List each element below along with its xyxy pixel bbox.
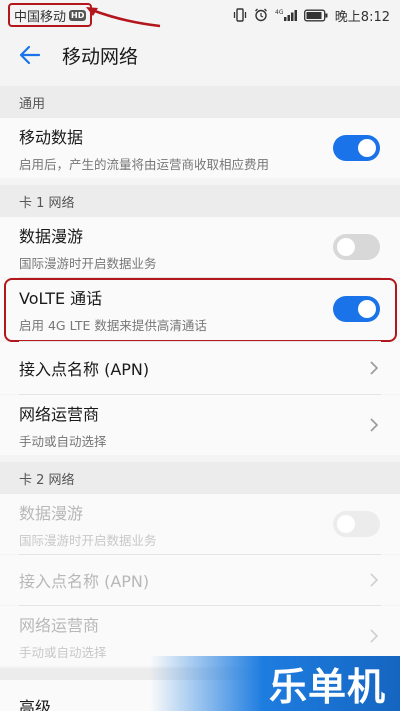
chevron-right-icon: [370, 573, 379, 587]
title-bar: 移动网络: [0, 30, 400, 80]
card2-roaming-label: 数据漫游: [19, 503, 84, 523]
watermark: 乐单机: [150, 656, 400, 711]
svg-text:4G: 4G: [275, 9, 284, 16]
advanced-label: 高级: [19, 698, 52, 711]
section-header-card2: 卡 2 网络: [0, 462, 400, 494]
chevron-right-icon: [370, 418, 379, 432]
annotation-arrow: [86, 7, 161, 28]
card1-apn-row[interactable]: 接入点名称 (APN): [0, 342, 400, 394]
card1-apn-label: 接入点名称 (APN): [19, 360, 150, 379]
vibrate-icon: [233, 8, 247, 22]
card2-roaming-description: 国际漫游时开启数据业务: [19, 532, 157, 548]
card2-operator-description: 手动或自动选择: [19, 644, 107, 660]
card2-apn-label: 接入点名称 (APN): [19, 572, 150, 591]
mobile-data-label: 移动数据: [19, 127, 84, 147]
card1-roaming-row[interactable]: 数据漫游 国际漫游时开启数据业务: [0, 217, 400, 277]
volte-description: 启用 4G LTE 数据来提供高清通话: [19, 317, 207, 333]
card1-operator-description: 手动或自动选择: [19, 433, 107, 449]
card1-operator-label: 网络运营商: [19, 404, 100, 424]
back-arrow-icon: [19, 45, 41, 65]
mobile-data-description: 启用后，产生的流量将由运营商收取相应费用: [19, 156, 270, 172]
card1-operator-row[interactable]: 网络运营商 手动或自动选择: [0, 395, 400, 455]
status-bar: 中国移动 HD 4G 晚上8:12: [0, 0, 400, 30]
card2-roaming-row: 数据漫游 国际漫游时开启数据业务: [0, 494, 400, 554]
card2-roaming-toggle: [333, 511, 380, 537]
volte-label: VoLTE 通话: [19, 288, 103, 308]
mobile-data-toggle[interactable]: [333, 135, 380, 161]
alarm-icon: [254, 8, 268, 22]
card2-operator-label: 网络运营商: [19, 615, 100, 635]
status-icons: 4G 晚上8:12: [233, 6, 390, 25]
watermark-text: 乐单机: [268, 665, 386, 709]
card1-roaming-toggle[interactable]: [333, 234, 380, 260]
section-header-general: 通用: [0, 86, 400, 118]
status-time: 晚上8:12: [334, 9, 390, 25]
section-header-card1: 卡 1 网络: [0, 185, 400, 217]
signal-4g-icon: 4G: [275, 8, 297, 22]
card1-roaming-label: 数据漫游: [19, 226, 84, 246]
volte-row[interactable]: VoLTE 通话 启用 4G LTE 数据来提供高清通话: [0, 278, 400, 340]
chevron-right-icon: [370, 361, 379, 375]
mobile-data-row[interactable]: 移动数据 启用后，产生的流量将由运营商收取相应费用: [0, 118, 400, 178]
carrier-indicator: 中国移动 HD: [8, 3, 93, 27]
chevron-right-icon: [370, 629, 379, 643]
battery-icon: [303, 9, 328, 22]
carrier-name: 中国移动: [14, 9, 67, 25]
card1-roaming-description: 国际漫游时开启数据业务: [19, 255, 157, 271]
back-button[interactable]: [0, 30, 60, 80]
card2-apn-row: 接入点名称 (APN): [0, 555, 400, 605]
page-title: 移动网络: [62, 45, 139, 68]
volte-toggle[interactable]: [333, 296, 380, 322]
